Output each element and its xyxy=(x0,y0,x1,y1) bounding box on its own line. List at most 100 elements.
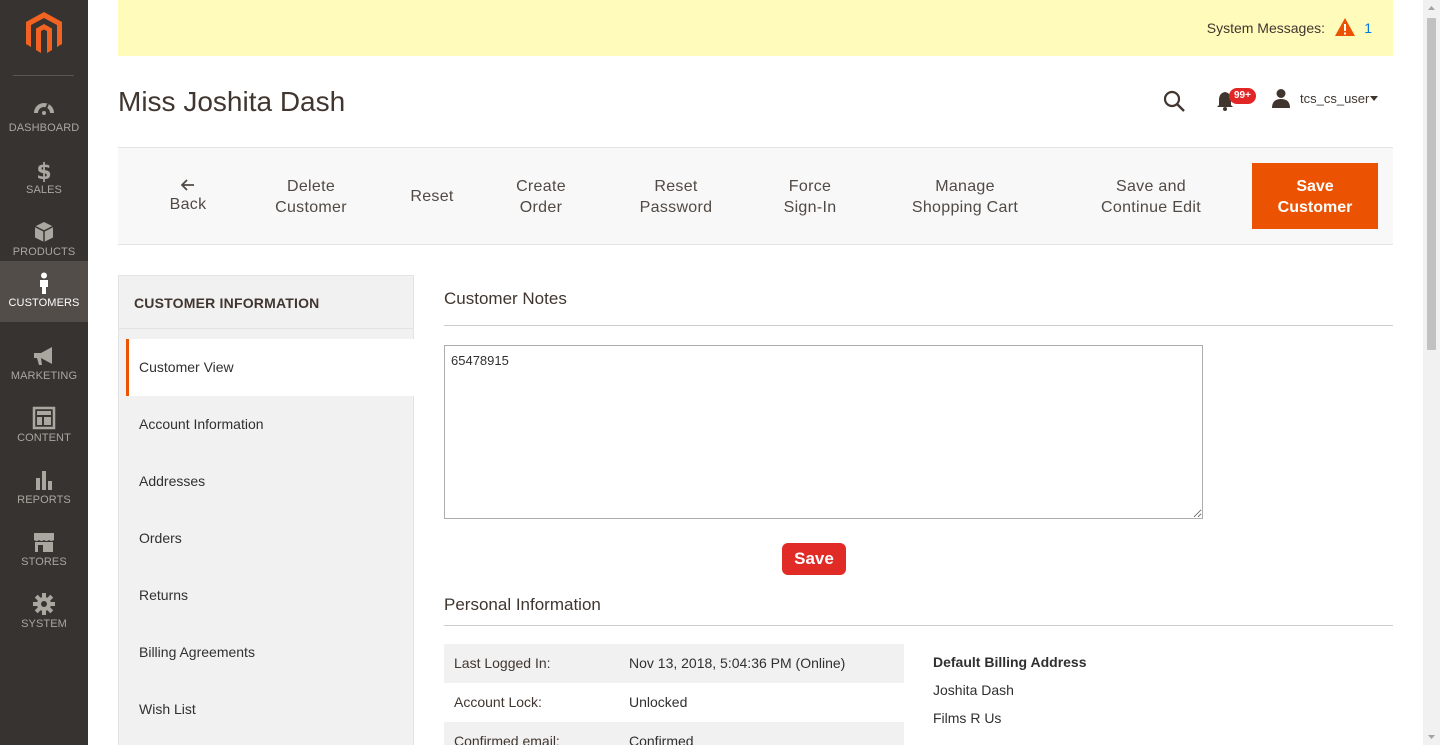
dollar-icon: $ xyxy=(36,160,51,182)
store-icon xyxy=(34,533,54,552)
tab-billing-agreements[interactable]: Billing Agreements xyxy=(126,624,415,681)
scroll-thumb[interactable] xyxy=(1427,18,1436,350)
nav-label: CUSTOMERS xyxy=(8,297,80,309)
billing-address-line: Films R Us xyxy=(933,710,1002,726)
nav-item-customers[interactable]: CUSTOMERS xyxy=(0,261,88,322)
page-scrollbar[interactable] xyxy=(1423,0,1440,745)
action-label: Customer xyxy=(275,199,347,216)
info-key: Confirmed email: xyxy=(454,733,560,745)
system-messages-count[interactable]: 1 xyxy=(1364,20,1372,36)
layout-icon xyxy=(32,406,56,430)
action-label: Reset xyxy=(654,178,698,195)
tab-returns[interactable]: Returns xyxy=(126,567,415,624)
info-value: Nov 13, 2018, 5:04:36 PM (Online) xyxy=(629,655,846,671)
action-label: Shopping Cart xyxy=(911,199,1019,216)
delete-customer-button[interactable]: Delete Customer xyxy=(263,176,359,218)
tab-account-information[interactable]: Account Information xyxy=(126,396,415,453)
nav-item-content[interactable]: CONTENT xyxy=(0,396,88,458)
info-key: Account Lock: xyxy=(454,694,542,710)
customer-information-tabs: CUSTOMER INFORMATION Customer View Accou… xyxy=(118,275,415,745)
chevron-down-icon[interactable] xyxy=(1370,96,1378,101)
info-key: Last Logged In: xyxy=(454,655,551,671)
action-label: Create xyxy=(516,178,566,195)
default-billing-address: Default Billing Address Joshita Dash Fil… xyxy=(933,654,1087,738)
table-row: Account Lock: Unlocked xyxy=(444,683,904,722)
manage-shopping-cart-button[interactable]: Manage Shopping Cart xyxy=(895,176,1035,218)
box-icon xyxy=(34,222,54,242)
table-row: Last Logged In: Nov 13, 2018, 5:04:36 PM… xyxy=(444,644,904,683)
back-label: Back xyxy=(169,196,207,213)
user-account-name[interactable]: tcs_cs_user xyxy=(1300,91,1369,106)
force-sign-in-button[interactable]: Force Sign-In xyxy=(770,176,850,218)
action-label: Sign-In xyxy=(783,199,837,216)
system-messages-bar: System Messages: 1 xyxy=(118,0,1393,56)
nav-divider xyxy=(13,75,74,76)
reset-password-button[interactable]: Reset Password xyxy=(626,176,726,218)
tabs-title: CUSTOMER INFORMATION xyxy=(134,295,320,311)
page-actions-toolbar: Back Delete Customer Reset Create Order … xyxy=(118,147,1393,245)
tab-orders[interactable]: Orders xyxy=(126,510,415,567)
nav-label: DASHBOARD xyxy=(8,122,80,134)
system-messages-label: System Messages: xyxy=(1206,20,1325,36)
save-notes-button[interactable]: Save xyxy=(782,543,846,575)
scroll-up-arrow-icon[interactable] xyxy=(1423,0,1440,16)
tab-customer-view[interactable]: Customer View xyxy=(126,339,415,396)
svg-text:$: $ xyxy=(36,160,51,182)
action-label: Password xyxy=(639,199,713,216)
tab-wish-list[interactable]: Wish List xyxy=(126,681,415,738)
action-label: Order xyxy=(519,199,563,216)
back-button[interactable]: Back xyxy=(168,176,208,215)
action-label: Delete xyxy=(286,178,336,195)
action-label: Customer xyxy=(1277,199,1353,216)
action-label: Manage xyxy=(935,178,995,195)
nav-label: SYSTEM xyxy=(21,618,67,630)
user-icon[interactable] xyxy=(1271,88,1291,108)
nav-label: CONTENT xyxy=(17,432,71,444)
nav-label: STORES xyxy=(21,556,67,568)
billing-address-heading: Default Billing Address xyxy=(933,654,1087,670)
section-divider xyxy=(444,625,1393,626)
nav-item-marketing[interactable]: MARKETING xyxy=(0,334,88,396)
tabs-divider xyxy=(119,328,413,329)
nav-item-system[interactable]: SYSTEM xyxy=(0,582,88,644)
action-label: Reset xyxy=(410,188,454,205)
save-customer-button[interactable]: Save Customer xyxy=(1252,163,1378,229)
info-value: Confirmed xyxy=(629,733,694,745)
megaphone-icon xyxy=(34,347,52,365)
customer-notes-textarea[interactable]: 65478915 xyxy=(444,345,1203,519)
bar-chart-icon xyxy=(36,471,52,490)
save-and-continue-button[interactable]: Save and Continue Edit xyxy=(1086,176,1216,218)
personal-information-title: Personal Information xyxy=(444,595,601,614)
table-row: Confirmed email: Confirmed xyxy=(444,722,904,745)
person-icon xyxy=(40,272,48,294)
admin-sidebar: DASHBOARD $ SALES PRODUCTS CUSTOMERS MAR… xyxy=(0,0,88,745)
action-label: Save xyxy=(1296,178,1334,195)
dashboard-icon xyxy=(34,103,54,115)
reset-button[interactable]: Reset xyxy=(401,186,463,207)
nav-item-dashboard[interactable]: DASHBOARD xyxy=(0,86,88,148)
action-label: Continue Edit xyxy=(1101,199,1201,216)
magento-logo-icon[interactable] xyxy=(24,10,64,54)
customer-notes-title: Customer Notes xyxy=(444,289,567,308)
notification-count-badge[interactable]: 99+ xyxy=(1229,88,1256,104)
arrow-left-icon xyxy=(181,179,194,191)
billing-address-line: Joshita Dash xyxy=(933,682,1014,698)
search-icon[interactable] xyxy=(1162,89,1186,113)
nav-label: REPORTS xyxy=(17,494,71,506)
warning-icon[interactable] xyxy=(1334,17,1356,37)
create-order-button[interactable]: Create Order xyxy=(502,176,580,218)
info-value: Unlocked xyxy=(629,694,688,710)
action-label: Save and xyxy=(1115,178,1186,195)
nav-label: SALES xyxy=(26,184,62,196)
gear-icon xyxy=(33,593,55,615)
action-label: Force xyxy=(788,178,832,195)
nav-item-sales[interactable]: $ SALES xyxy=(0,148,88,210)
tab-addresses[interactable]: Addresses xyxy=(126,453,415,510)
nav-label: PRODUCTS xyxy=(12,246,76,258)
section-divider xyxy=(444,325,1393,326)
nav-item-stores[interactable]: STORES xyxy=(0,520,88,582)
nav-item-reports[interactable]: REPORTS xyxy=(0,458,88,520)
nav-label: MARKETING xyxy=(10,370,78,382)
personal-info-table: Last Logged In: Nov 13, 2018, 5:04:36 PM… xyxy=(444,644,904,745)
scroll-down-arrow-icon[interactable] xyxy=(1423,729,1440,745)
